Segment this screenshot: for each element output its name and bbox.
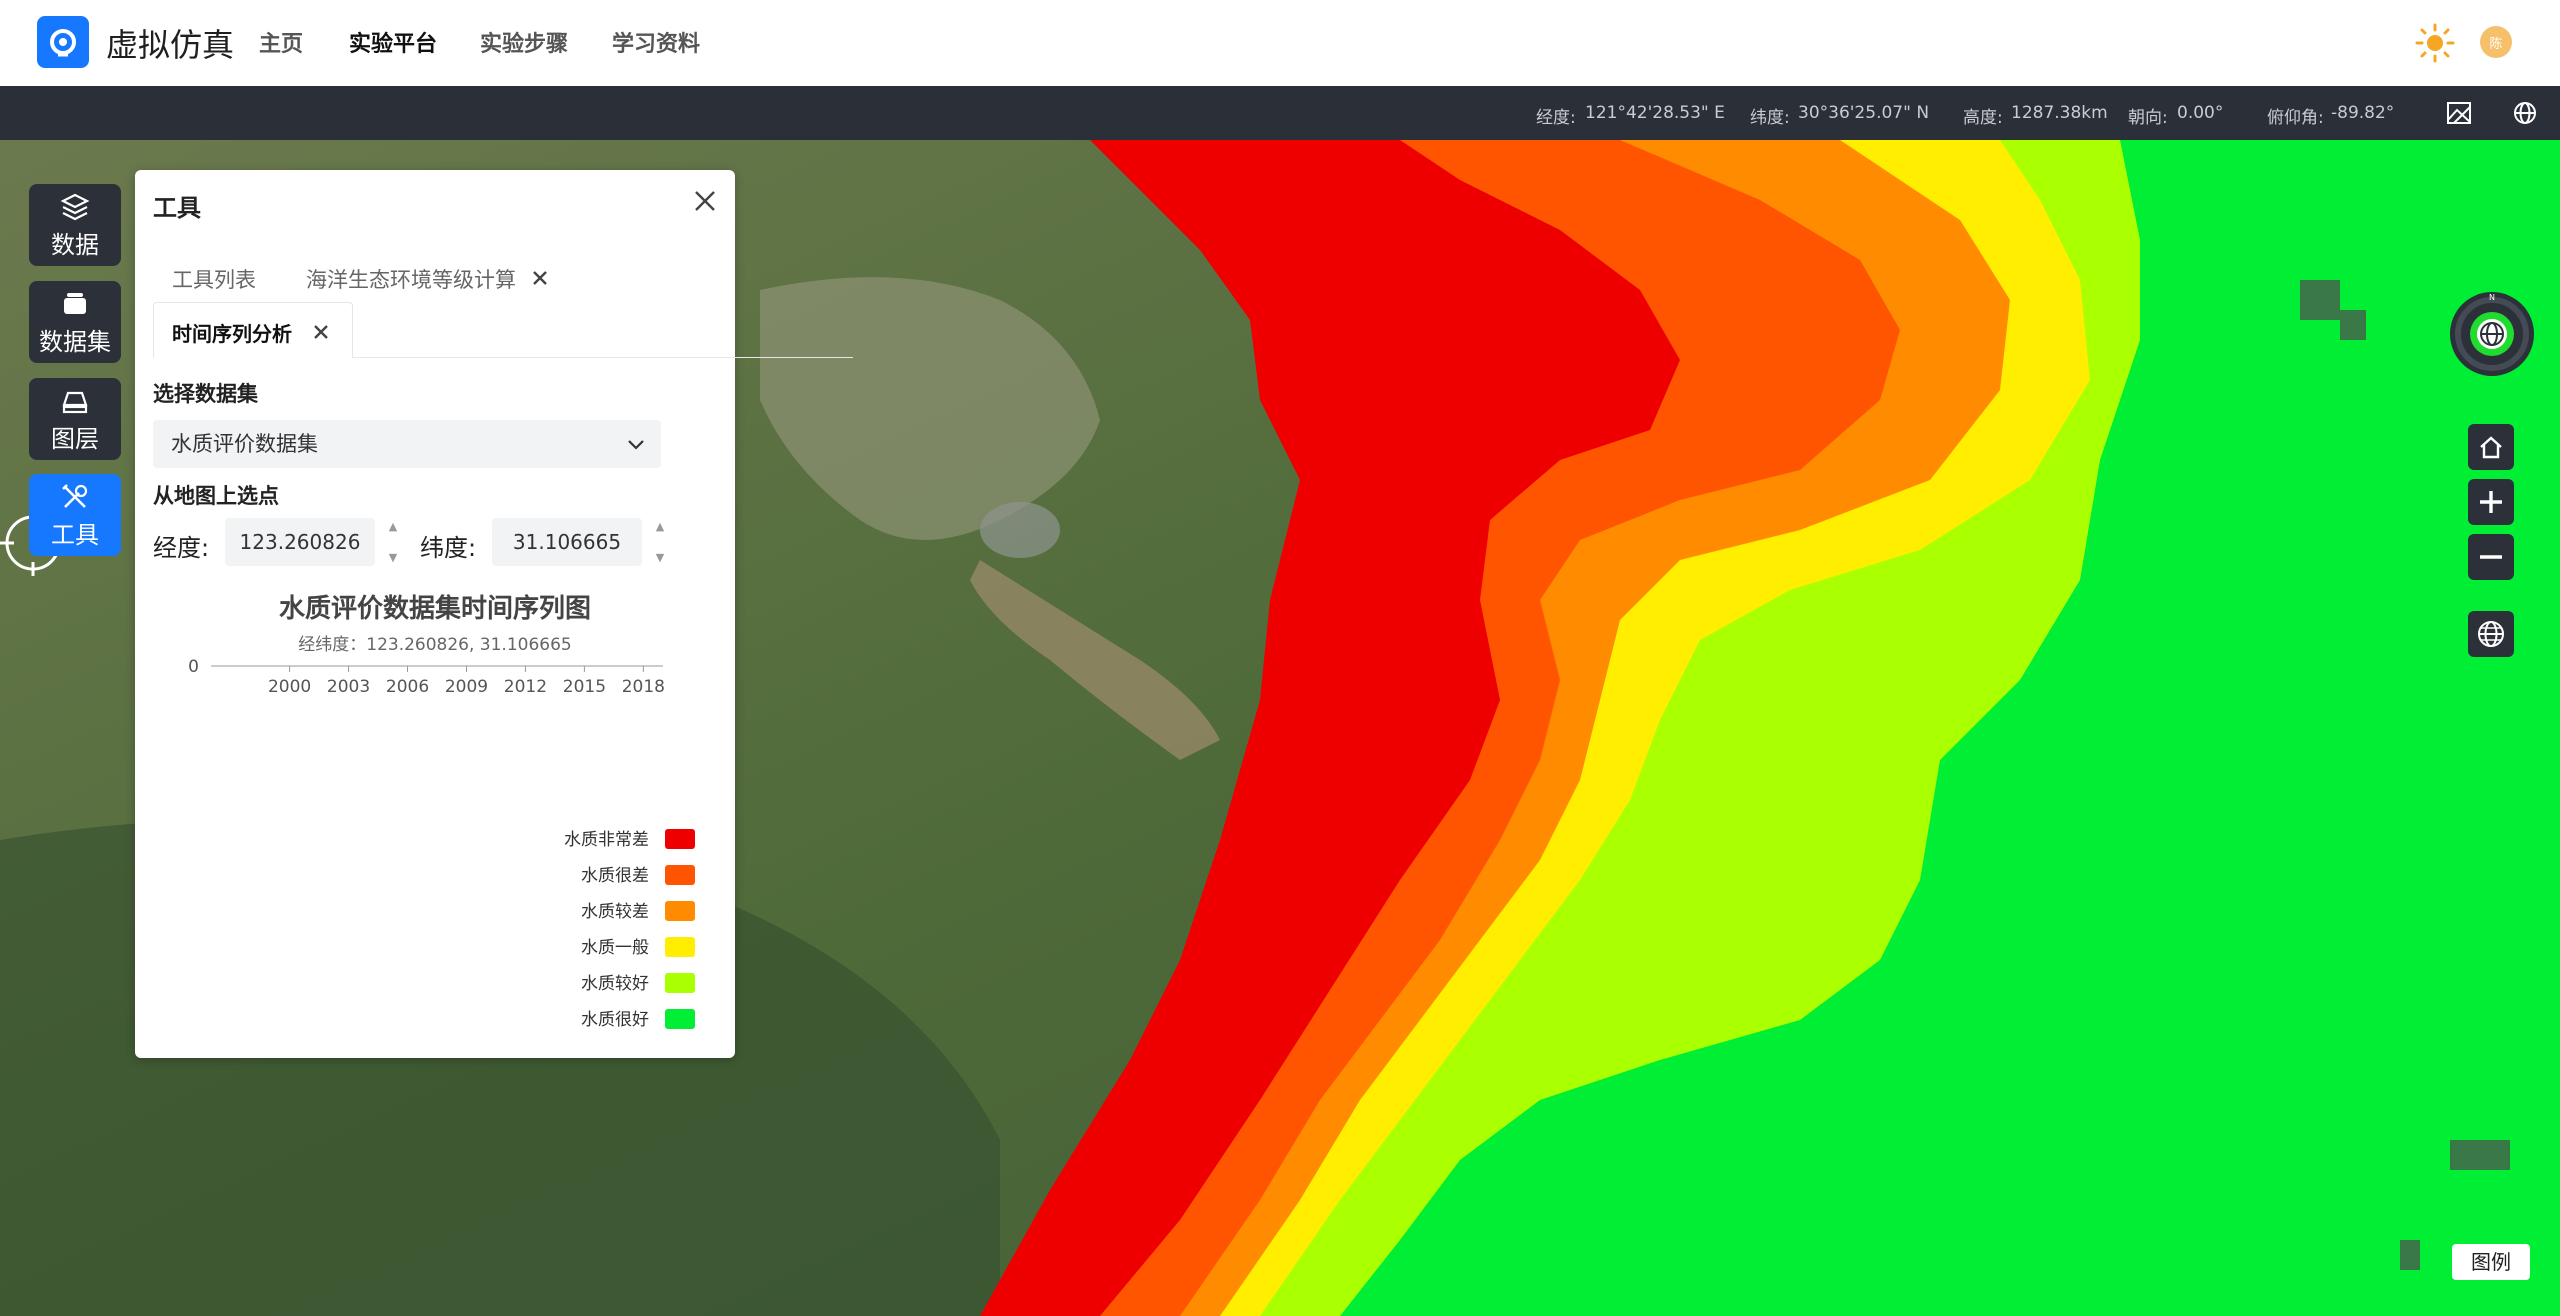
svg-text:N: N	[2489, 293, 2495, 302]
sidebar-item-label: 数据集	[39, 327, 111, 356]
app-logo-icon[interactable]	[37, 16, 89, 68]
status-bar: 经度: 121°42'28.53" E 纬度: 30°36'25.07" N 高…	[0, 86, 2560, 140]
close-icon[interactable]	[690, 186, 720, 216]
latitude-label: 纬度:	[420, 534, 477, 562]
pick-point-label: 从地图上选点	[153, 484, 279, 508]
chevron-down-icon	[628, 440, 644, 450]
layer-icon	[62, 391, 88, 413]
longitude-label: 经度:	[153, 534, 210, 562]
legend-label: 水质较好	[581, 974, 649, 994]
top-nav: 虚拟仿真 主页 实验平台 实验步骤 学习资料 陈	[0, 0, 2560, 86]
nav-materials[interactable]: 学习资料	[612, 26, 700, 58]
panel-title: 工具	[153, 194, 201, 222]
legend-label: 水质非常差	[564, 830, 649, 850]
legend-label: 水质很好	[581, 1010, 649, 1030]
home-button[interactable]	[2468, 424, 2514, 470]
legend-swatch	[665, 937, 695, 957]
longitude-value: 121°42'28.53" E	[1585, 103, 1725, 123]
chart-title: 水质评价数据集时间序列图	[278, 594, 591, 624]
x-tick-label: 2006	[386, 677, 429, 697]
globe-view-button[interactable]	[2468, 611, 2514, 657]
heading-value: 0.00°	[2177, 103, 2224, 123]
longitude-stepper[interactable]: ▲ ▼	[385, 520, 401, 564]
nav-steps[interactable]: 实验步骤	[480, 26, 568, 58]
plus-icon	[2480, 491, 2502, 513]
sidebar-item-label: 数据	[51, 230, 99, 259]
legend-button[interactable]: 图例	[2452, 1244, 2530, 1280]
latitude-input[interactable]: 31.106665	[492, 518, 642, 566]
longitude-input[interactable]: 123.260826	[225, 518, 375, 566]
dataset-select[interactable]: 水质评价数据集	[153, 420, 661, 468]
heading-label: 朝向:	[2128, 108, 2168, 128]
sidebar-item-layer[interactable]: 图层	[29, 378, 121, 460]
legend-label: 水质很差	[581, 866, 649, 886]
app-title: 虚拟仿真	[106, 26, 235, 64]
globe-icon	[2478, 621, 2504, 647]
sidebar-item-label: 工具	[51, 520, 99, 549]
sidebar-item-data[interactable]: 数据	[29, 184, 121, 266]
compass-icon[interactable]: N	[2448, 290, 2536, 378]
minus-icon	[2480, 555, 2502, 559]
x-tick-label: 2009	[445, 677, 488, 697]
nav-home[interactable]: 主页	[259, 26, 303, 58]
tab-divider	[353, 357, 853, 358]
zoom-in-button[interactable]	[2468, 479, 2514, 525]
legend-swatch	[665, 973, 695, 993]
sidebar-item-tools[interactable]: 工具	[29, 474, 121, 556]
tool-panel: 工具 工具列表 海洋生态环境等级计算 时间序列分析 选择数据集 水质评价数据集 …	[135, 170, 853, 1058]
pitch-value: -89.82°	[2331, 103, 2395, 123]
x-tick-label: 2012	[504, 677, 547, 697]
tab-marine-eco-grade[interactable]: 海洋生态环境等级计算	[306, 264, 516, 294]
avatar[interactable]: 陈	[2480, 26, 2512, 58]
map-image-icon[interactable]	[2444, 98, 2474, 128]
x-tick-label: 2015	[563, 677, 606, 697]
height-value: 1287.38km	[2011, 103, 2108, 123]
x-tick-label: 2000	[268, 677, 311, 697]
sun-icon[interactable]	[2414, 22, 2456, 64]
tools-icon	[62, 483, 88, 508]
legend-swatch	[665, 1009, 695, 1029]
dataset-select-value: 水质评价数据集	[171, 432, 318, 456]
legend-label: 水质一般	[581, 938, 649, 958]
globe-icon[interactable]	[2510, 98, 2540, 128]
pitch-label: 俯仰角:	[2267, 108, 2324, 128]
tab-tool-list[interactable]: 工具列表	[172, 264, 256, 294]
y-tick-label: 0	[188, 657, 199, 677]
tab-time-series[interactable]: 时间序列分析	[172, 318, 292, 347]
layers-icon	[60, 193, 90, 220]
home-icon	[2480, 436, 2502, 459]
x-tick-label: 2018	[622, 677, 665, 697]
sidebar-item-label: 图层	[51, 424, 99, 453]
dataset-label: 选择数据集	[153, 382, 258, 406]
sidebar-item-dataset[interactable]: 数据集	[29, 281, 121, 363]
x-tick-label: 2003	[327, 677, 370, 697]
close-tab-icon[interactable]	[531, 269, 549, 287]
nav-platform[interactable]: 实验平台	[349, 26, 437, 58]
close-tab-icon[interactable]	[312, 323, 330, 341]
longitude-label: 经度:	[1536, 108, 1576, 128]
legend-swatch	[665, 901, 695, 921]
latitude-label: 纬度:	[1750, 108, 1790, 128]
dataset-icon	[64, 292, 86, 314]
legend-swatch	[665, 829, 695, 849]
time-series-chart[interactable]: 012345620002003200620092012201520185.850…	[135, 650, 735, 1030]
latitude-value: 30°36'25.07" N	[1798, 103, 1930, 123]
zoom-out-button[interactable]	[2468, 534, 2514, 580]
latitude-stepper[interactable]: ▲ ▼	[652, 520, 668, 564]
legend-label: 水质较差	[581, 902, 649, 922]
height-label: 高度:	[1963, 108, 2003, 128]
legend-swatch	[665, 865, 695, 885]
